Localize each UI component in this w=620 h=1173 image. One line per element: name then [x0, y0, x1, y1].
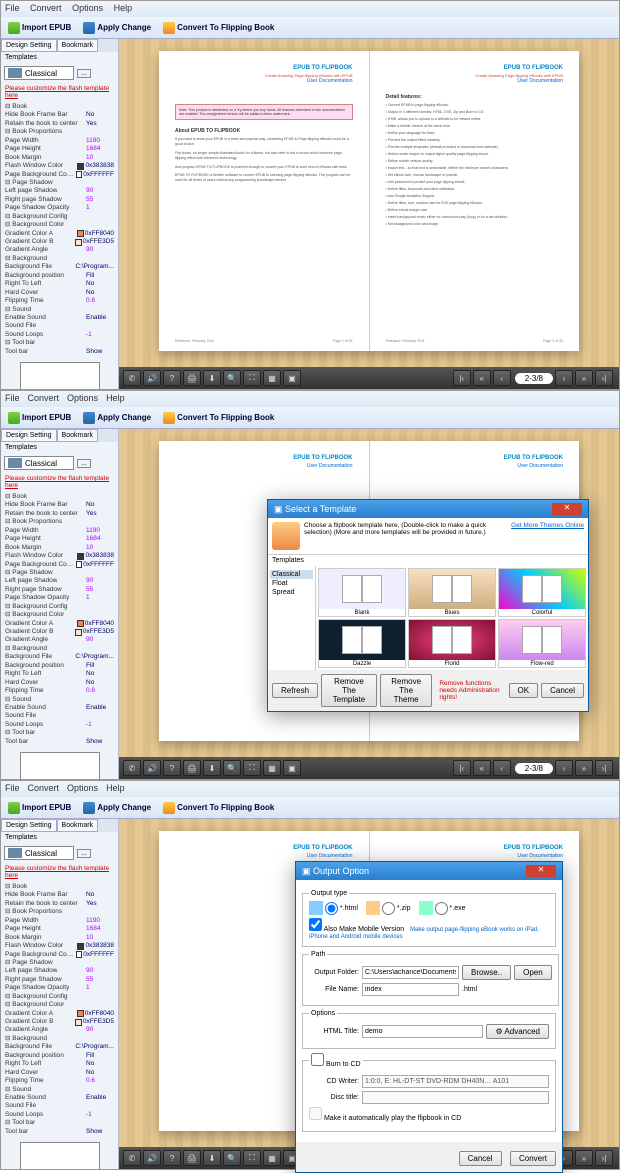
close-button[interactable]: ✕ [526, 865, 556, 877]
gear-icon: ⚙ [495, 1027, 502, 1036]
options-group: Options HTML Title:⚙ Advanced [302, 1010, 556, 1049]
template-dialog-icon: ▣ [274, 504, 283, 514]
menu-convert[interactable]: Convert [30, 3, 62, 13]
prev-fast-button[interactable]: « [473, 370, 491, 386]
menu-file[interactable]: File [5, 3, 20, 13]
cat-spread[interactable]: Spread [270, 588, 313, 597]
right-page: EPUB TO FLIPBOOK Create Amazing Page-fli… [370, 51, 580, 351]
template-florid[interactable]: Florid [408, 619, 496, 668]
import-epub-button[interactable]: Import EPUB [5, 411, 74, 425]
template-colorful[interactable]: Colorful [498, 568, 586, 617]
menu-options[interactable]: Options [72, 3, 103, 13]
open-button[interactable]: Open [514, 965, 552, 980]
output-option-dialog: ▣ Output Option✕ Output type *.html *.zi… [295, 861, 563, 1173]
import-epub-button[interactable]: Import EPUB [5, 801, 74, 815]
tab-design-setting[interactable]: Design Setting [1, 39, 57, 52]
apply-change-button[interactable]: Apply Change [80, 411, 154, 425]
radio-exe[interactable]: *.exe [419, 901, 466, 915]
sound-icon[interactable]: 🔊 [143, 370, 161, 386]
first-page-button[interactable]: |‹ [453, 370, 471, 386]
output-dialog-icon: ▣ [302, 866, 311, 876]
side-panel: Design Setting Bookmark Templates Classi… [1, 39, 119, 389]
cat-float[interactable]: Float [270, 579, 313, 588]
print-icon[interactable]: 🖨 [183, 370, 201, 386]
convert-button[interactable]: Convert To Flipping Book [160, 411, 277, 425]
path-group: Path Output Folder:Browse..Open File Nam… [302, 951, 559, 1006]
browse-button[interactable]: Browse.. [462, 965, 511, 980]
left-page: EPUB TO FLIPBOOK Create Amazing Page-fli… [159, 51, 370, 351]
property-tree[interactable]: ⊟ Book Hide Book Frame BarNo Retain the … [1, 101, 118, 358]
html-icon [309, 901, 323, 915]
import-epub-button[interactable]: Import EPUB [5, 21, 74, 35]
phone-icon[interactable]: ✆ [123, 370, 141, 386]
cd-writer-select [362, 1075, 549, 1088]
refresh-button[interactable]: Refresh [272, 683, 318, 698]
zip-icon [366, 901, 380, 915]
menu-help[interactable]: Help [114, 3, 133, 13]
preview-thumbnail [20, 362, 100, 389]
template-dazzle[interactable]: Dazzle [318, 619, 406, 668]
viewer-toolbar: ✆ 🔊 ? 🖨 ⬇ 🔍 ⛶ ▦ ▣ |‹ « ‹ 2-3/8 › » ›| [119, 367, 619, 389]
template-info-text: Choose a flipbook template here, (Double… [304, 522, 511, 536]
help-icon[interactable]: ? [163, 370, 181, 386]
ok-button[interactable]: OK [509, 683, 539, 698]
radio-html[interactable]: *.html [309, 901, 358, 915]
convert-icon [163, 22, 175, 34]
autoflip-icon[interactable]: ▦ [263, 370, 281, 386]
next-page-button[interactable]: › [555, 370, 573, 386]
get-more-themes-link[interactable]: Get More Themes Online [511, 522, 584, 529]
last-page-button[interactable]: ›| [595, 370, 613, 386]
thumbnails-icon[interactable]: ▣ [283, 370, 301, 386]
advanced-button[interactable]: ⚙ Advanced [486, 1024, 549, 1039]
zoom-icon[interactable]: 🔍 [223, 370, 241, 386]
burn-cd-checkbox[interactable]: Burn to CD [311, 1061, 361, 1068]
tab-bookmark[interactable]: Bookmark [57, 39, 99, 52]
convert-button[interactable]: Convert To Flipping Book [160, 801, 277, 815]
autoplay-checkbox[interactable]: Make it automatically play the flipbook … [309, 1107, 461, 1122]
admin-warning: Remove functions needs Administration ri… [439, 680, 502, 701]
apply-change-button[interactable]: Apply Change [80, 801, 154, 815]
apply-icon [83, 22, 95, 34]
html-title-input[interactable] [362, 1025, 483, 1038]
disc-title-input [362, 1091, 549, 1104]
template-blues[interactable]: Blues [408, 568, 496, 617]
remove-template-button[interactable]: Remove The Template [321, 674, 377, 707]
toolbar: Import EPUB Apply Change Convert To Flip… [1, 17, 619, 39]
template-categories[interactable]: Classical Float Spread [268, 566, 316, 670]
close-button[interactable]: ✕ [552, 503, 582, 515]
radio-zip[interactable]: *.zip [366, 901, 411, 915]
book-viewer: EPUB TO FLIPBOOK Create Amazing Page-fli… [119, 39, 619, 389]
cancel-button[interactable]: Cancel [459, 1151, 502, 1166]
templates-label: Templates [1, 52, 118, 63]
template-info-icon [272, 522, 300, 550]
output-type-group: Output type *.html *.zip *.exe Also Make… [302, 890, 556, 947]
page-indicator[interactable]: 2-3/8 [515, 373, 553, 384]
remove-theme-button[interactable]: Remove The Theme [380, 674, 432, 707]
exe-icon [419, 901, 433, 915]
select-template-dialog: ▣ Select a Template✕ Choose a flipbook t… [267, 499, 589, 712]
import-icon [8, 22, 20, 34]
customize-link[interactable]: Please customize the flash template here [1, 83, 118, 101]
template-select[interactable]: Classical [4, 66, 74, 80]
fullscreen-icon[interactable]: ⛶ [243, 370, 261, 386]
output-folder-input[interactable] [362, 966, 459, 979]
mobile-checkbox[interactable]: Also Make Mobile Version [309, 926, 404, 933]
burn-cd-group: Burn to CD CD Writer: Disc title: Make i… [302, 1053, 556, 1132]
prev-page-button[interactable]: ‹ [493, 370, 511, 386]
template-grid: Blank Blues Colorful Dazzle Florid Flow-… [316, 566, 588, 670]
menu-bar: File Convert Options Help [1, 1, 619, 17]
convert-button[interactable]: Convert [510, 1151, 556, 1166]
cancel-button[interactable]: Cancel [541, 683, 584, 698]
template-browse-button[interactable]: ... [77, 69, 91, 78]
next-fast-button[interactable]: » [575, 370, 593, 386]
convert-button[interactable]: Convert To Flipping Book [160, 21, 277, 35]
book-icon [8, 68, 22, 78]
template-blank[interactable]: Blank [318, 568, 406, 617]
template-flowred[interactable]: Flow-red [498, 619, 586, 668]
file-name-input[interactable] [362, 983, 459, 996]
apply-change-button[interactable]: Apply Change [80, 21, 154, 35]
cat-classical[interactable]: Classical [270, 570, 313, 579]
download-icon[interactable]: ⬇ [203, 370, 221, 386]
